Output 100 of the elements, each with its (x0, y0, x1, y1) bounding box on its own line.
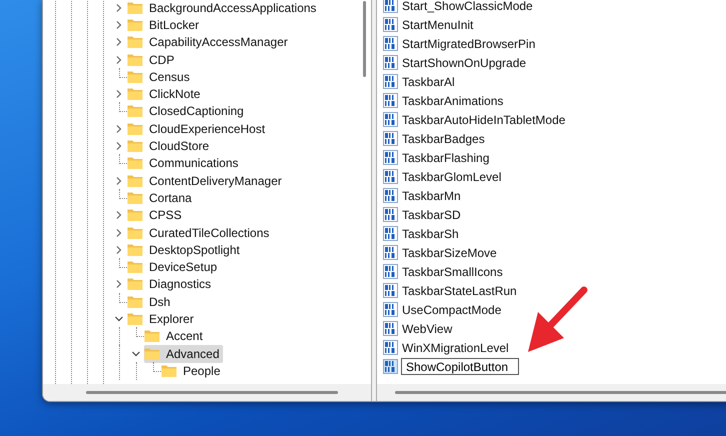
expand-chevron-icon[interactable] (115, 4, 123, 12)
registry-key[interactable]: ClickNote (127, 85, 204, 104)
folder-icon (161, 364, 177, 378)
scrollbar-thumb[interactable] (86, 391, 338, 394)
collapse-chevron-icon[interactable] (115, 315, 123, 323)
binary-value-icon (383, 150, 398, 165)
value-name[interactable]: TaskbarSD (401, 208, 461, 222)
value-name[interactable]: TaskbarBadges (401, 132, 485, 146)
folder-icon (127, 87, 143, 102)
binary-value-icon (383, 245, 398, 260)
registry-key[interactable]: ClosedCaptioning (127, 102, 248, 120)
registry-key[interactable]: Communications (127, 154, 242, 172)
binary-value-icon (383, 93, 398, 108)
binary-value-icon (383, 264, 398, 279)
scrollbar-thumb[interactable] (362, 1, 366, 77)
binary-value-icon (383, 36, 398, 51)
expand-chevron-icon[interactable] (115, 280, 123, 288)
expand-chevron-icon[interactable] (115, 124, 123, 133)
value-name[interactable]: TaskbarAl (401, 74, 455, 88)
value-name[interactable]: TaskbarSh (401, 226, 459, 240)
value-name[interactable]: StartShownOnUpgrade (401, 56, 526, 70)
binary-value-icon (383, 112, 398, 127)
registry-key[interactable]: CPSS (127, 206, 186, 224)
registry-key[interactable]: DesktopSpotlight (127, 240, 244, 259)
value-name[interactable]: TaskbarGlomLevel (401, 170, 502, 184)
binary-value-icon (383, 17, 398, 32)
registry-key[interactable]: DeviceSetup (127, 258, 222, 276)
registry-key[interactable]: Explorer (127, 310, 198, 328)
expand-chevron-icon[interactable] (115, 20, 123, 29)
value-name[interactable]: TaskbarMn (401, 188, 461, 202)
registry-key[interactable]: CapabilityAccessManager (127, 33, 292, 52)
value-name[interactable]: TaskbarSizeMove (401, 246, 497, 260)
registry-key[interactable]: People (161, 362, 224, 380)
folder-icon (127, 122, 143, 136)
registry-key[interactable]: Dsh (127, 292, 174, 311)
folder-icon (127, 174, 143, 188)
binary-value-icon (383, 302, 398, 317)
folder-icon (127, 260, 143, 274)
registry-key[interactable]: BitLocker (127, 16, 204, 34)
value-name[interactable]: StartMenuInit (401, 18, 474, 32)
folder-icon (127, 70, 143, 84)
registry-key[interactable]: Cortana (127, 188, 196, 207)
folder-icon (127, 139, 143, 154)
folder-icon (127, 18, 143, 32)
binary-value-icon (383, 321, 398, 336)
expand-chevron-icon[interactable] (115, 211, 123, 220)
folder-icon (127, 226, 143, 240)
folder-icon (127, 104, 143, 118)
folder-icon (127, 242, 143, 257)
folder-icon (127, 277, 143, 292)
registry-key[interactable]: Advanced (144, 344, 224, 363)
binary-value-icon (383, 188, 398, 203)
value-name[interactable]: StartMigratedBrowserPin (401, 36, 536, 50)
binary-value-icon (383, 283, 398, 298)
value-name[interactable]: UseCompactMode (401, 302, 502, 316)
registry-key[interactable]: Census (127, 68, 194, 86)
registry-key[interactable]: CuratedTileCollections (127, 224, 274, 242)
binary-value-icon (383, 74, 398, 89)
expand-chevron-icon[interactable] (115, 176, 123, 185)
value-name[interactable]: Start_ShowClassicMode (401, 0, 533, 12)
folder-icon (127, 35, 143, 50)
folder-icon (127, 190, 143, 205)
folder-icon (127, 156, 143, 170)
expand-chevron-icon[interactable] (115, 246, 123, 254)
value-name[interactable]: TaskbarAutoHideInTabletMode (401, 112, 566, 126)
binary-value-icon (383, 131, 398, 146)
expand-chevron-icon[interactable] (115, 228, 123, 237)
value-name[interactable]: TaskbarAnimations (401, 94, 504, 108)
folder-icon (127, 208, 143, 222)
value-name[interactable]: TaskbarSmallIcons (401, 264, 503, 278)
rename-field[interactable]: ShowCopilotButton (401, 358, 519, 375)
registry-key[interactable]: CloudStore (127, 137, 214, 156)
registry-key[interactable]: ContentDeliveryManager (127, 172, 286, 190)
registry-key[interactable]: BackgroundAccessApplications (127, 0, 320, 17)
value-name[interactable]: TaskbarStateLastRun (401, 284, 517, 298)
registry-key[interactable]: Accent (144, 327, 207, 346)
folder-icon (144, 329, 160, 344)
expand-chevron-icon[interactable] (115, 90, 123, 98)
folder-icon (127, 294, 143, 309)
folder-icon (127, 52, 143, 67)
folder-icon (127, 312, 143, 326)
binary-value-icon (383, 226, 398, 241)
collapse-chevron-icon[interactable] (132, 350, 140, 358)
registry-key[interactable]: CloudExperienceHost (127, 120, 270, 138)
folder-icon (144, 346, 160, 361)
value-name[interactable]: WebView (401, 322, 452, 336)
binary-value-icon (383, 340, 398, 355)
folder-icon (127, 0, 143, 15)
expand-chevron-icon[interactable] (115, 142, 123, 150)
expand-chevron-icon[interactable] (115, 38, 123, 46)
expand-chevron-icon[interactable] (115, 56, 123, 64)
binary-value-icon (383, 359, 398, 374)
scrollbar-thumb[interactable] (395, 391, 726, 394)
binary-value-icon (383, 55, 398, 70)
binary-value-icon (383, 169, 398, 184)
registry-key[interactable]: Diagnostics (127, 275, 216, 294)
value-name[interactable]: TaskbarFlashing (401, 150, 490, 164)
registry-key[interactable]: CDP (127, 50, 178, 69)
binary-value-icon (383, 207, 398, 222)
value-name[interactable]: WinXMigrationLevel (401, 340, 509, 354)
